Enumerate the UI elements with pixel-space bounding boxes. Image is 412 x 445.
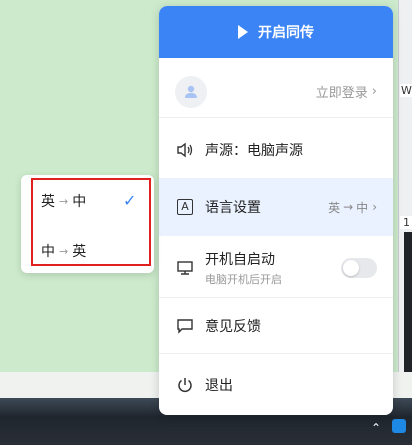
exit-label: 退出: [205, 378, 233, 394]
toggle-knob: [343, 259, 359, 276]
avatar: [175, 75, 207, 108]
option-from: 英: [41, 194, 55, 210]
login-row[interactable]: 立即登录 ›: [159, 66, 393, 118]
auto-start-sub: 电脑开机后开启: [205, 272, 282, 286]
app-menu-panel: 开启同传 立即登录 › 声源：电脑声源 A 语言设置 英 → 中 › 开机自启动…: [159, 6, 393, 415]
feedback-icon: [175, 316, 195, 336]
language-option-en-zh[interactable]: 英 → 中: [41, 191, 86, 211]
language-icon: A: [177, 199, 193, 215]
arrow-right-icon: →: [59, 244, 69, 258]
chevron-right-icon: ›: [372, 200, 377, 214]
language-from: 英: [328, 200, 341, 215]
feedback-row[interactable]: 意见反馈: [159, 298, 393, 354]
exit-row[interactable]: 退出: [159, 356, 393, 414]
language-to: 中: [356, 200, 369, 215]
user-icon: [185, 85, 197, 98]
arrow-right-icon: →: [343, 200, 354, 214]
speaker-icon: [175, 140, 195, 160]
background-window-dark: [404, 232, 412, 372]
auto-start-row: 开机自启动 电脑开机后开启: [159, 238, 393, 298]
monitor-icon: [175, 258, 195, 278]
auto-start-label: 开机自启动: [205, 251, 275, 268]
window-text-fragment: 1: [400, 216, 412, 229]
checkmark-icon: ✓: [123, 191, 137, 210]
audio-source-row[interactable]: 声源：电脑声源: [159, 122, 393, 178]
window-text-fragment: W: [400, 84, 412, 97]
auto-start-toggle[interactable]: [341, 257, 377, 278]
language-submenu: 英 → 中 ✓ 中 → 英: [21, 175, 154, 273]
feedback-label: 意见反馈: [205, 318, 261, 335]
tray-expand-icon[interactable]: ⌃: [371, 421, 381, 435]
option-to: 英: [72, 244, 87, 260]
play-icon: [238, 25, 248, 39]
chevron-right-icon: ›: [371, 84, 377, 99]
start-interpretation-button[interactable]: 开启同传: [159, 6, 393, 58]
language-settings-row[interactable]: A 语言设置 英 → 中 ›: [159, 178, 393, 236]
option-from: 中: [41, 244, 55, 260]
language-option-zh-en[interactable]: 中 → 英: [41, 241, 86, 261]
start-button-label: 开启同传: [258, 25, 314, 41]
option-to: 中: [72, 194, 87, 210]
tray-app-icon[interactable]: [392, 419, 406, 433]
language-settings-label: 语言设置: [205, 200, 261, 216]
power-icon: [175, 375, 195, 395]
audio-source-label: 声源：电脑声源: [205, 143, 303, 159]
login-label: 立即登录: [315, 86, 368, 101]
arrow-right-icon: →: [59, 194, 69, 208]
